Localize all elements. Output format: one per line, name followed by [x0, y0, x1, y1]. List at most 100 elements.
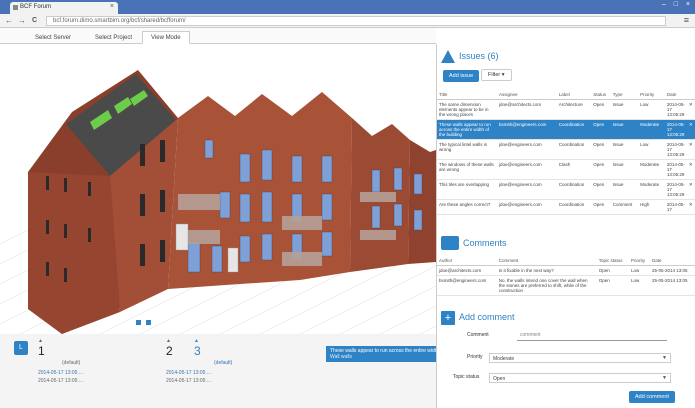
viewpoint-number: 1	[38, 344, 45, 358]
issue-type: Issue	[610, 119, 639, 140]
issues-col-header[interactable]: Type	[610, 90, 639, 100]
comment-priority: Low	[629, 265, 650, 276]
close-icon[interactable]: ×	[110, 3, 114, 10]
warning-icon	[441, 50, 455, 63]
issue-assignee: jdoe@engineers.com	[497, 159, 557, 180]
issues-title: Issues (6)	[459, 51, 499, 61]
issue-title: These walls appear to run across the ent…	[437, 119, 497, 140]
plus-icon: +	[441, 311, 455, 325]
issue-status: Open	[591, 159, 611, 180]
address-bar: ← → C bcf.forum.dimo.smartbim.org/bcf/sh…	[0, 14, 695, 28]
issues-col-header[interactable]: Date	[664, 90, 687, 100]
browser-tab-title: BCF Forum	[20, 4, 52, 10]
browser-tab[interactable]: BCF Forum ×	[10, 2, 118, 14]
viewpoint-1[interactable]: ▲ 1 (default) 2014-05-17 13:05 ... 2014-…	[38, 338, 83, 384]
comment-input[interactable]: comment	[517, 331, 667, 341]
issue-row[interactable]: This tiles are overlapping jdoe@engineers…	[437, 179, 695, 200]
status-value: Open	[493, 376, 506, 382]
browser-tab-bar: BCF Forum × – □ ×	[0, 0, 695, 14]
viewpoint-label[interactable]: (default)	[214, 360, 232, 366]
viewpoint-3[interactable]: ▲ 3 (default) 2014-05-17 13:05 ... 2014-…	[166, 338, 232, 384]
add-issue-button[interactable]: Add issue	[443, 70, 480, 82]
viewpoint-line1[interactable]: 2014-05-17 13:05 ...	[166, 370, 266, 376]
issue-title: The windows of these walls are wrong	[437, 159, 497, 180]
comments-col-header: Topic status	[596, 256, 630, 266]
add-comment-title: Add comment	[459, 312, 515, 322]
issue-row[interactable]: These walls appear to run across the ent…	[437, 119, 695, 140]
add-comment-button[interactable]: Add comment	[629, 391, 675, 403]
building-model[interactable]	[0, 44, 436, 334]
viewpoint-icon[interactable]: L	[14, 341, 28, 355]
issues-table-wrap: Title Assignee Label Status Type Priority Date…	[437, 90, 695, 215]
window-controls[interactable]: – □ ×	[662, 1, 693, 8]
issue-assignee: jdoe@engineers.com	[497, 199, 557, 215]
issue-type: Issue	[610, 179, 639, 200]
issue-label: Coordination	[556, 199, 592, 215]
delete-icon[interactable]: ✕	[686, 139, 695, 160]
tab-view-mode[interactable]: View Mode	[142, 31, 190, 44]
issue-priority: Low	[638, 99, 665, 120]
viewpoint-number: 3	[194, 344, 201, 358]
menu-icon[interactable]: ≡	[684, 15, 689, 25]
delete-icon[interactable]: ✕	[686, 159, 695, 180]
comment-row: bsmith@engineers.com No, the walls intend…	[437, 275, 695, 296]
viewpoint-label: (default)	[62, 360, 81, 366]
issues-col-header[interactable]: Assignee	[497, 90, 557, 100]
tab-select-project[interactable]: Select Project	[86, 31, 141, 44]
comment-comment: Is it fixable in the next way?	[496, 265, 597, 276]
issues-col-header[interactable]: Title	[437, 90, 497, 100]
issue-title: The typical lintel walls is wrong	[437, 139, 497, 160]
issue-priority: High	[638, 199, 665, 215]
issues-col-header[interactable]	[686, 90, 695, 100]
issues-col-header[interactable]: Label	[556, 90, 592, 100]
comment-row: jdoe@architects.com Is it fixable in the …	[437, 265, 695, 276]
priority-select[interactable]: Moderate ▼	[489, 353, 671, 363]
issue-assignee: jdoe@engineers.com	[497, 179, 557, 200]
issue-row[interactable]: The same dimension elements appear to be…	[437, 99, 695, 120]
issue-type: Comment	[610, 199, 639, 215]
issue-date: 2014-05-17	[664, 199, 687, 215]
viewpoint-line2: 2014-05-17 13:05 ...	[38, 378, 84, 384]
issue-assignee: jdoe@engineers.com	[497, 139, 557, 160]
status-select[interactable]: Open ▼	[489, 373, 671, 383]
issue-priority: Moderate	[638, 159, 665, 180]
issue-title: This tiles are overlapping	[437, 179, 497, 200]
comments-col-header: Comment	[496, 256, 597, 266]
issue-row[interactable]: Are these angles correct? jdoe@engineers.…	[437, 199, 695, 215]
issue-label: Architecture	[556, 99, 592, 120]
tab-select-server[interactable]: Select Server	[26, 31, 80, 44]
issues-col-header[interactable]: Priority	[638, 90, 665, 100]
issue-type: Issue	[610, 139, 639, 160]
issue-label: Coordination	[556, 139, 592, 160]
issue-row[interactable]: The windows of these walls are wrong jdoe…	[437, 159, 695, 180]
delete-icon[interactable]: ✕	[686, 199, 695, 215]
issue-label: Clash	[556, 159, 592, 180]
filter-button[interactable]: Filter ▾	[481, 69, 512, 81]
issue-date: 2014-05-17 13:05:29	[664, 179, 687, 200]
3d-viewport[interactable]	[0, 44, 436, 334]
issue-type: Issue	[610, 99, 639, 120]
issue-row[interactable]: The typical lintel walls is wrong jdoe@en…	[437, 139, 695, 160]
priority-label: Priority	[467, 354, 483, 360]
issue-priority: Moderate	[638, 119, 665, 140]
forward-icon[interactable]: →	[18, 16, 26, 25]
reload-icon[interactable]: C	[32, 17, 37, 24]
issue-assignee: jdoe@architects.com	[497, 99, 557, 120]
viewpoint-2[interactable]: ▲ 2	[166, 338, 173, 358]
issues-col-header[interactable]: Status	[591, 90, 611, 100]
delete-icon[interactable]: ✕	[686, 119, 695, 140]
comment-label: Comment	[467, 332, 489, 338]
chevron-down-icon: ▼	[662, 375, 667, 381]
url-input[interactable]: bcf.forum.dimo.smartbim.org/bcf/shared/b…	[46, 16, 666, 26]
comment-comment: No, the walls intend one cover the wall …	[496, 275, 597, 296]
favicon-icon	[13, 5, 18, 10]
comment-icon	[441, 236, 459, 250]
app-tabs: Select Server Select Project View Mode	[0, 28, 436, 44]
viewpoint-line1[interactable]: 2014-05-17 13:05 ...	[38, 370, 128, 376]
delete-icon[interactable]: ✕	[686, 179, 695, 200]
issue-status: Open	[591, 99, 611, 120]
back-icon[interactable]: ←	[5, 16, 13, 25]
delete-icon[interactable]: ✕	[686, 99, 695, 120]
side-panel: Issues (6) Add issue Filter ▾ Title Assig…	[436, 44, 695, 408]
status-label-row: Topic status	[453, 374, 479, 380]
